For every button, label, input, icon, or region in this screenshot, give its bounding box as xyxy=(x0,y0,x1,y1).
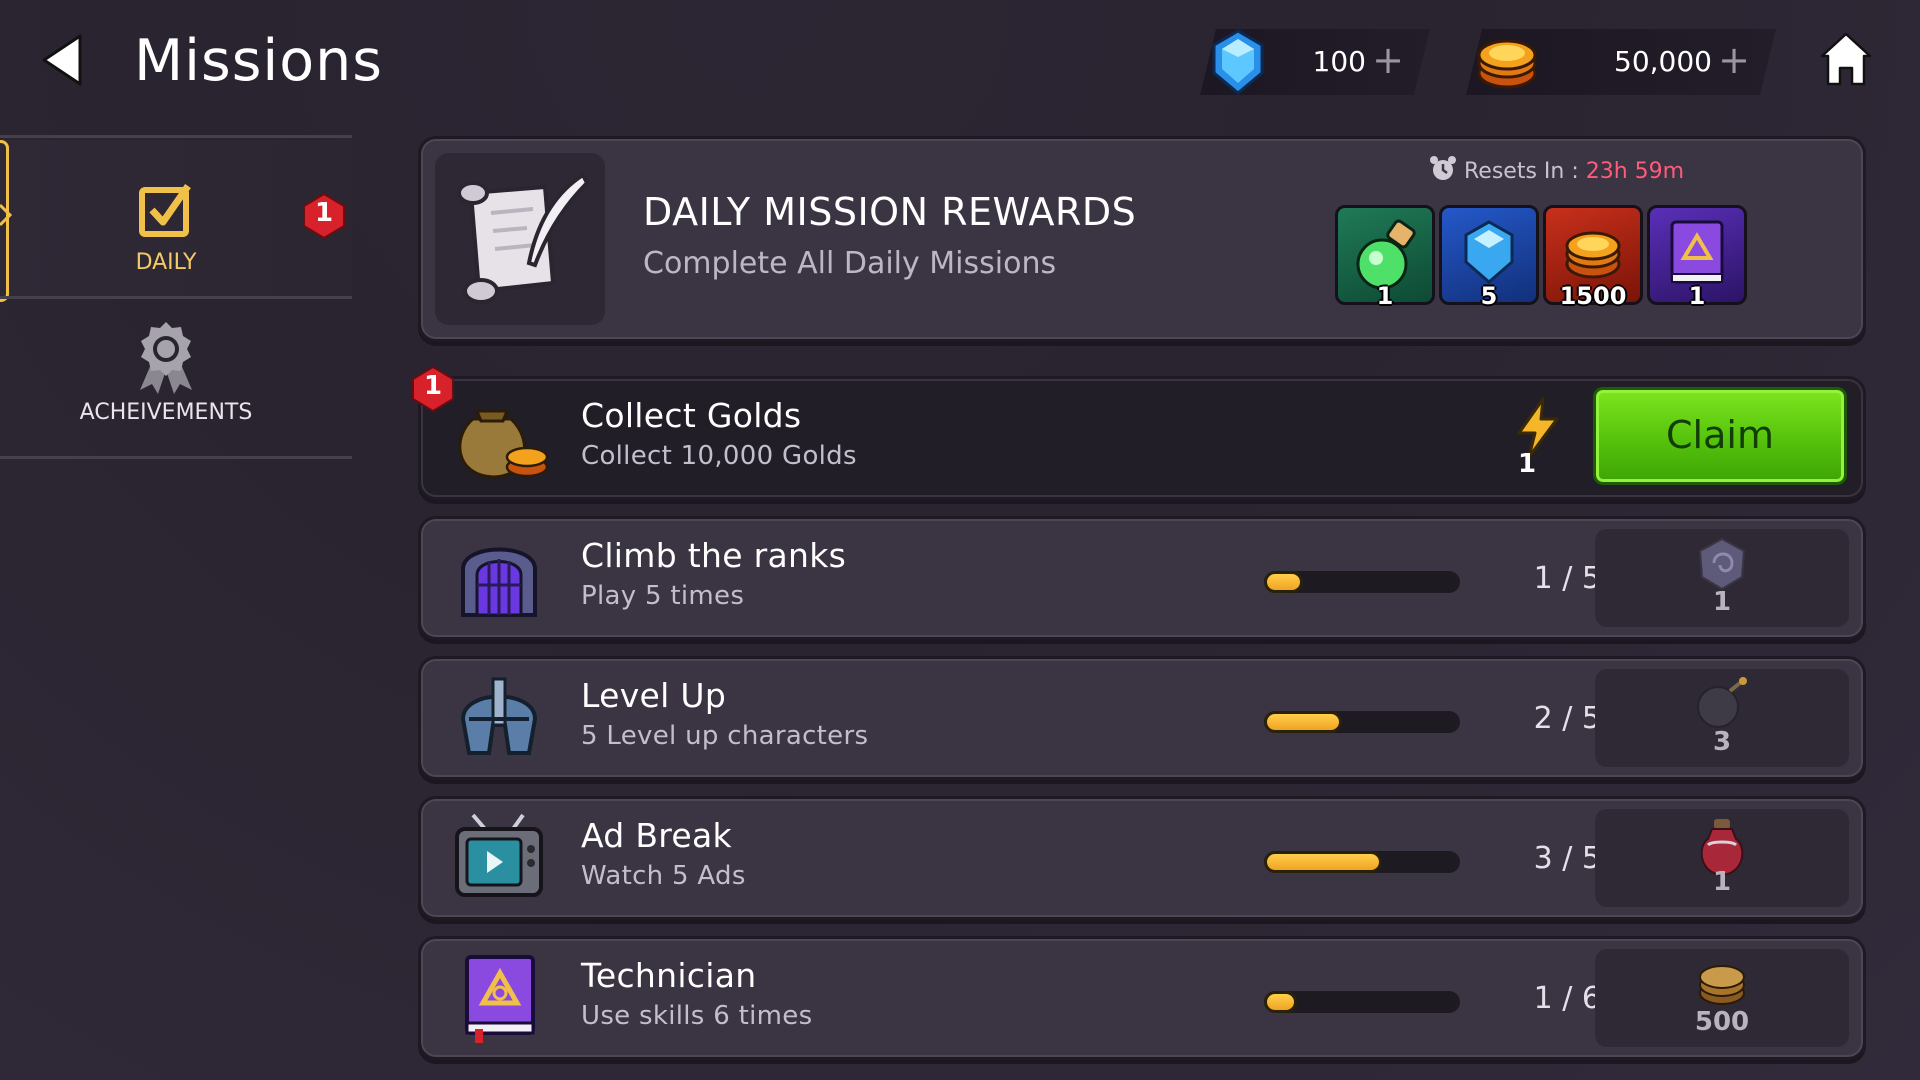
sidebar-divider xyxy=(0,296,352,299)
progress-bar xyxy=(1264,711,1460,733)
progress-text: 2 / 5 xyxy=(1533,701,1601,736)
reset-time: 23h 59m xyxy=(1585,159,1685,184)
back-arrow-icon xyxy=(42,34,82,86)
bomb-icon xyxy=(1697,677,1747,728)
gold-coins-icon xyxy=(1699,965,1745,1005)
mission-description: Collect 10,000 Golds xyxy=(581,441,857,471)
mission-title: Level Up xyxy=(581,676,727,715)
daily-rewards-title: DAILY MISSION REWARDS xyxy=(643,190,1137,234)
mission-description: 5 Level up characters xyxy=(581,721,869,751)
sidebar-divider xyxy=(0,456,352,459)
reward-slot: 5 xyxy=(1439,205,1539,310)
progress-bar xyxy=(1264,851,1460,873)
gem-icon xyxy=(1208,27,1268,97)
mission-title: Climb the ranks xyxy=(581,536,847,575)
reward-qty: 1500 xyxy=(1559,282,1627,310)
gold-coins-icon xyxy=(1474,27,1540,97)
reward-box: 500 xyxy=(1595,949,1849,1047)
scroll-quill-icon xyxy=(457,172,590,304)
knight-helmet-icon xyxy=(460,677,538,755)
mission-description: Play 5 times xyxy=(581,581,745,611)
tab-daily[interactable]: DAILY 1 xyxy=(0,140,352,302)
progress-fill xyxy=(1264,571,1304,593)
alarm-clock-icon xyxy=(1430,156,1456,180)
reward-box: 1 xyxy=(1595,809,1849,907)
mission-title: Technician xyxy=(581,956,757,995)
add-gems-button[interactable]: + xyxy=(1372,37,1404,83)
reward-box: 3 xyxy=(1595,669,1849,767)
daily-rewards-subtitle: Complete All Daily Missions xyxy=(643,246,1057,281)
mission-row: Level Up 5 Level up characters 2 / 5 3 xyxy=(418,656,1866,780)
page-title: Missions xyxy=(134,28,383,94)
mission-row: Technician Use skills 6 times 1 / 6 500 xyxy=(418,936,1866,1060)
progress-bar xyxy=(1264,571,1460,593)
rune-stone-icon xyxy=(1698,537,1746,591)
reward-qty: 1 xyxy=(1517,449,1537,479)
reward-slot: 1 xyxy=(1335,205,1435,310)
reward-qty: 1 xyxy=(1712,587,1732,617)
progress-text: 3 / 5 xyxy=(1533,841,1601,876)
home-button[interactable] xyxy=(1820,30,1872,88)
checkbox-icon xyxy=(139,184,191,237)
tab-daily-label: DAILY xyxy=(135,250,197,275)
daily-rewards-panel: DAILY MISSION REWARDS Complete All Daily… xyxy=(418,136,1866,342)
reset-label: Resets In : xyxy=(1464,159,1586,184)
mission-description: Use skills 6 times xyxy=(581,1001,813,1031)
back-button[interactable] xyxy=(38,30,88,90)
progress-text: 1 / 6 xyxy=(1533,981,1601,1016)
reward-slot: 1 xyxy=(1647,205,1747,310)
gold-bag-icon xyxy=(458,409,549,479)
reward-slot: 1500 xyxy=(1543,205,1643,310)
sidebar-divider xyxy=(0,135,352,138)
reward-qty: 1 xyxy=(1688,282,1706,310)
notification-badge: 1 xyxy=(300,192,348,240)
notification-badge: 1 xyxy=(409,365,457,413)
tv-icon xyxy=(455,813,543,897)
progress-text: 1 / 5 xyxy=(1533,561,1601,596)
selected-tab-arrow-icon xyxy=(0,203,13,227)
reward-qty: 1 xyxy=(1376,282,1394,310)
award-ribbon-icon xyxy=(140,322,192,394)
reward-qty: 5 xyxy=(1480,282,1498,310)
claim-button-label: Claim xyxy=(1666,413,1774,457)
mission-description: Watch 5 Ads xyxy=(581,861,746,891)
tab-achievements-label: ACHEIVEMENTS xyxy=(79,400,253,425)
tab-achievements[interactable]: ACHEIVEMENTS xyxy=(0,300,352,456)
badge-count: 1 xyxy=(314,198,334,228)
reward-qty: 3 xyxy=(1712,727,1732,757)
gold-count: 50,000 xyxy=(1614,45,1712,78)
arena-gate-icon xyxy=(461,547,537,617)
mission-row: Ad Break Watch 5 Ads 3 / 5 1 xyxy=(418,796,1866,920)
progress-fill xyxy=(1264,991,1297,1013)
scroll-icon-box xyxy=(435,153,605,325)
gem-count: 100 xyxy=(1312,45,1366,78)
mission-title: Collect Golds xyxy=(581,396,802,435)
claim-button[interactable]: Claim xyxy=(1593,387,1847,485)
gem-currency-counter: 100 + xyxy=(1200,29,1430,95)
spell-book-icon xyxy=(465,955,535,1043)
badge-count: 1 xyxy=(423,371,443,401)
mission-title: Ad Break xyxy=(581,816,732,855)
progress-fill xyxy=(1264,711,1343,733)
mission-row: 1 Collect Golds Collect 10,000 Golds 1 C… xyxy=(412,365,1866,500)
reward-qty: 500 xyxy=(1694,1007,1750,1037)
reward-box: 1 xyxy=(1595,529,1849,627)
reset-timer: Resets In : 23h 59m xyxy=(1429,155,1684,188)
progress-bar xyxy=(1264,991,1460,1013)
progress-fill xyxy=(1264,851,1382,873)
mission-row: Climb the ranks Play 5 times 1 / 5 1 xyxy=(418,516,1866,640)
gold-currency-counter: 50,000 + xyxy=(1466,29,1776,95)
reward-qty: 1 xyxy=(1712,867,1732,897)
home-icon xyxy=(1820,32,1872,86)
add-gold-button[interactable]: + xyxy=(1718,37,1750,83)
